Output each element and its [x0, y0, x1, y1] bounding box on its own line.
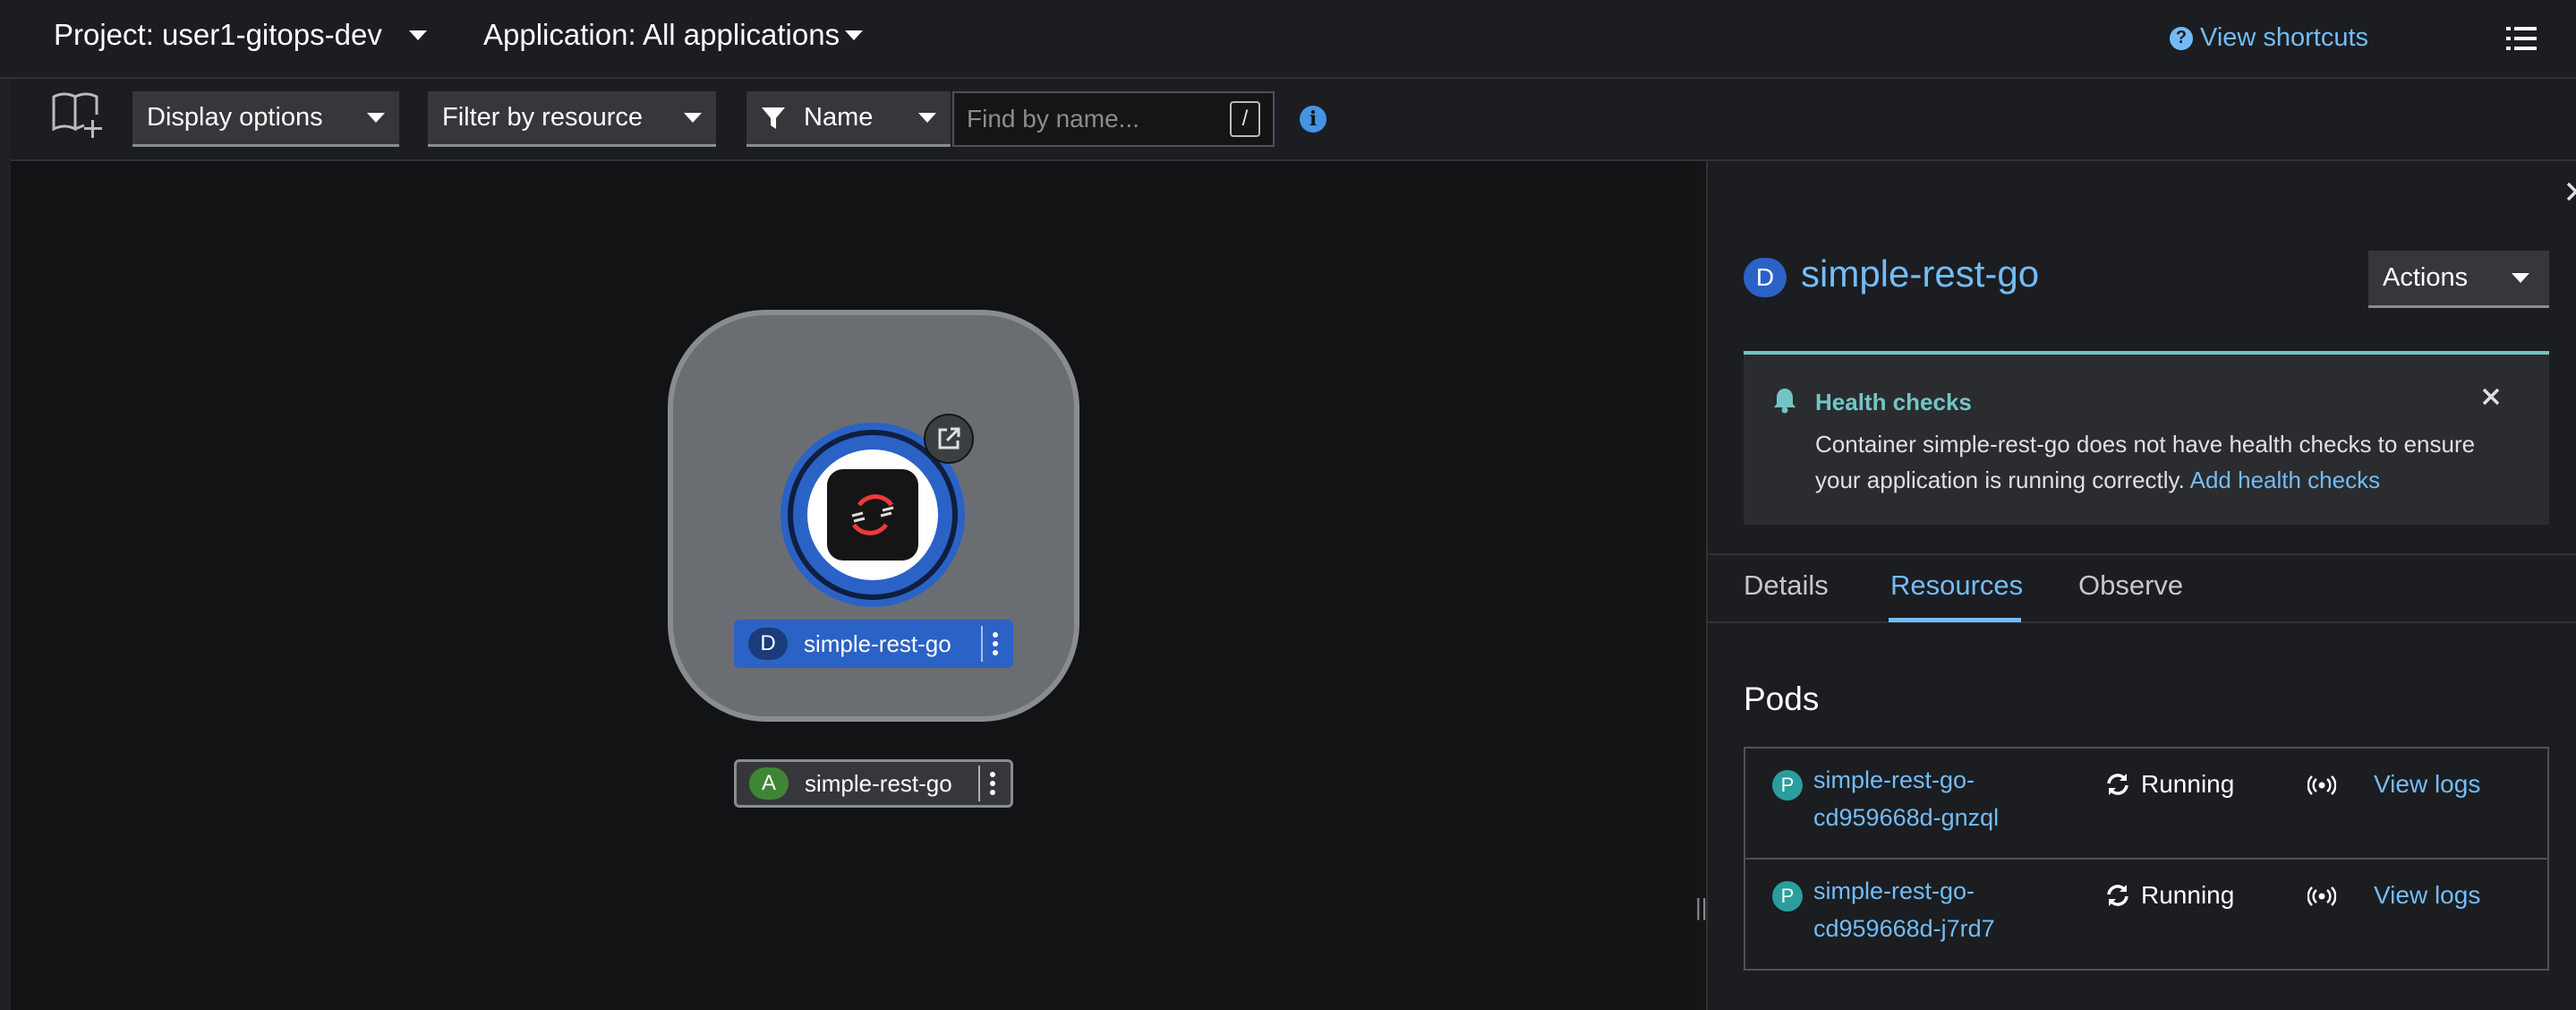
tab-resources[interactable]: Resources	[1890, 569, 2023, 602]
pod-name-line1: simple-rest-go-	[1813, 877, 1975, 904]
bell-icon	[1774, 389, 1796, 414]
project-selector[interactable]: Project: user1-gitops-dev	[54, 18, 427, 52]
filter-by-resource-select[interactable]: Filter by resource	[428, 91, 716, 147]
add-health-checks-link[interactable]: Add health checks	[2190, 466, 2380, 493]
pod-badge: P	[1772, 881, 1803, 912]
application-badge: A	[749, 767, 789, 800]
active-tab-indicator	[1889, 618, 2021, 622]
panel-deployment-badge: D	[1744, 258, 1787, 297]
pods-heading: Pods	[1744, 680, 1820, 717]
golang-app-icon	[827, 469, 918, 561]
filter-type-select[interactable]: Name	[746, 91, 951, 147]
sync-icon	[2107, 774, 2128, 795]
project-label: Project: user1-gitops-dev	[54, 18, 382, 51]
pod-status-text: Running	[2141, 881, 2235, 909]
actions-label: Actions	[2383, 263, 2469, 292]
chevron-down-icon	[684, 113, 702, 123]
filter-icon	[762, 107, 785, 129]
pod-name-line1: simple-rest-go-	[1813, 766, 1975, 793]
search-shortcut-key: /	[1230, 101, 1260, 137]
question-circle-icon: ?	[2170, 26, 2193, 50]
tab-details[interactable]: Details	[1744, 569, 1829, 602]
pod-status: Running	[2105, 770, 2234, 799]
deployment-name: simple-rest-go	[804, 629, 951, 657]
close-alert-icon[interactable]	[2481, 387, 2501, 407]
actions-dropdown[interactable]: Actions	[2368, 251, 2549, 308]
deployment-node-label[interactable]: D simple-rest-go	[734, 620, 1013, 668]
alert-message: Container simple-rest-go does not have h…	[1815, 426, 2495, 498]
deployment-badge: D	[748, 628, 788, 660]
pod-status-text: Running	[2141, 770, 2235, 798]
pod-traffic-icon	[2307, 775, 2336, 795]
label-divider	[981, 626, 983, 662]
pod-name-link[interactable]: simple-rest-go- cd959668d-j7rd7	[1813, 872, 2028, 947]
chevron-down-icon	[408, 30, 427, 40]
kebab-menu-icon[interactable]	[980, 772, 1005, 795]
pod-traffic-icon	[2307, 886, 2336, 906]
pod-name-line2: cd959668d-j7rd7	[1813, 915, 1995, 942]
list-view-icon[interactable]	[2506, 25, 2537, 52]
kebab-menu-icon[interactable]	[983, 632, 1008, 655]
open-url-icon[interactable]	[924, 414, 974, 464]
close-panel-icon[interactable]	[2565, 181, 2576, 202]
add-to-project-book-icon[interactable]	[52, 90, 106, 140]
pod-list-item: P simple-rest-go- cd959668d-gnzql Runnin…	[1744, 747, 2549, 860]
filter-type-label: Name	[804, 103, 874, 132]
chevron-down-icon	[2512, 273, 2529, 283]
chevron-down-icon	[845, 30, 864, 40]
label-divider	[978, 766, 980, 801]
pod-badge: P	[1772, 770, 1803, 800]
display-options-select[interactable]: Display options	[132, 91, 399, 147]
tab-observe[interactable]: Observe	[2078, 569, 2183, 602]
panel-title[interactable]: simple-rest-go	[1801, 252, 2039, 295]
chevron-down-icon	[367, 113, 385, 123]
application-label: Application: All applications	[483, 18, 840, 51]
view-logs-link[interactable]: View logs	[2374, 881, 2480, 910]
view-shortcuts-link[interactable]: ? View shortcuts	[2170, 23, 2368, 53]
application-selector[interactable]: Application: All applications	[483, 18, 864, 52]
alert-title: Health checks	[1815, 389, 1972, 415]
view-shortcuts-label: View shortcuts	[2200, 23, 2369, 52]
chevron-down-icon	[918, 113, 936, 123]
filter-by-resource-label: Filter by resource	[442, 103, 644, 132]
find-by-name-input[interactable]: Find by name... /	[952, 91, 1275, 147]
pod-name-link[interactable]: simple-rest-go- cd959668d-gnzql	[1813, 761, 2028, 836]
application-group-label[interactable]: A simple-rest-go	[734, 759, 1013, 808]
pod-list-item: P simple-rest-go- cd959668d-j7rd7 Runnin…	[1744, 858, 2549, 971]
view-logs-link[interactable]: View logs	[2374, 770, 2480, 799]
pod-status: Running	[2105, 881, 2234, 910]
application-name: simple-rest-go	[805, 769, 952, 797]
info-icon[interactable]: i	[1300, 106, 1326, 133]
find-by-name-placeholder: Find by name...	[967, 105, 1139, 133]
pod-name-line2: cd959668d-gnzql	[1813, 804, 2000, 831]
display-options-label: Display options	[147, 103, 323, 132]
sync-icon	[2107, 885, 2128, 906]
